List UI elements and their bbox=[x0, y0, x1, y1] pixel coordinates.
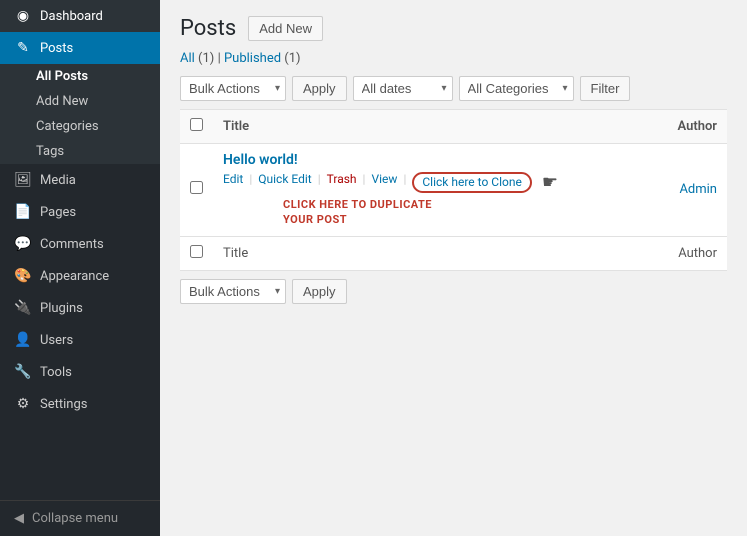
posts-table: Title Author Hello world! Edit | Qui bbox=[180, 109, 727, 271]
row-checkbox-cell bbox=[180, 144, 213, 237]
th-title[interactable]: Title bbox=[213, 110, 647, 144]
row-actions: Edit | Quick Edit | Trash | View | Click… bbox=[223, 172, 637, 193]
toolbar-top: Bulk Actions ▾ Apply All dates ▾ All Cat… bbox=[180, 76, 727, 101]
sidebar-item-label: Users bbox=[40, 333, 73, 348]
posts-submenu: All Posts Add New Categories Tags bbox=[0, 64, 160, 164]
sidebar-item-label: Dashboard bbox=[40, 9, 103, 24]
submenu-add-new[interactable]: Add New bbox=[0, 89, 160, 114]
table-footer-row: Title Author bbox=[180, 236, 727, 270]
main-content: Posts Add New All (1) | Published (1) Bu… bbox=[160, 0, 747, 536]
row-title-cell: Hello world! Edit | Quick Edit | Trash |… bbox=[213, 144, 647, 237]
submenu-tags[interactable]: Tags bbox=[0, 139, 160, 164]
sidebar-item-comments[interactable]: 💬 Comments bbox=[0, 228, 160, 260]
bulk-actions-select-top[interactable]: Bulk Actions bbox=[180, 76, 286, 101]
post-title-link[interactable]: Hello world! bbox=[223, 152, 637, 168]
sidebar-item-plugins[interactable]: 🔌 Plugins bbox=[0, 292, 160, 324]
users-icon: 👤 bbox=[14, 332, 32, 348]
categories-select[interactable]: All Categories bbox=[459, 76, 574, 101]
th-author: Author bbox=[647, 110, 727, 144]
view-link[interactable]: View bbox=[371, 172, 397, 193]
table-row: Hello world! Edit | Quick Edit | Trash |… bbox=[180, 144, 727, 237]
sidebar-item-posts[interactable]: ✎ Posts bbox=[0, 32, 160, 64]
collapse-label: Collapse menu bbox=[32, 511, 118, 526]
posts-icon: ✎ bbox=[14, 40, 32, 56]
apply-button-bottom[interactable]: Apply bbox=[292, 279, 347, 304]
clone-button[interactable]: Click here to Clone bbox=[412, 172, 531, 193]
appearance-icon: 🎨 bbox=[14, 268, 32, 284]
sidebar-item-settings[interactable]: ⚙ Settings bbox=[0, 388, 160, 420]
categories-wrap: All Categories ▾ bbox=[459, 76, 574, 101]
filter-button[interactable]: Filter bbox=[580, 76, 631, 101]
hand-cursor-icon: ☛ bbox=[542, 172, 558, 193]
sidebar: ◉ Dashboard ✎ Posts All Posts Add New Ca… bbox=[0, 0, 160, 536]
sidebar-item-media[interactable]: 🖼 Media bbox=[0, 164, 160, 196]
sidebar-item-label: Plugins bbox=[40, 301, 83, 316]
footer-author-cell: Author bbox=[647, 236, 727, 270]
sidebar-item-label: Appearance bbox=[40, 269, 109, 284]
bulk-actions-select-bottom[interactable]: Bulk Actions bbox=[180, 279, 286, 304]
clone-callout-text: CLICK HERE TO DUPLICATEYOUR POST bbox=[283, 197, 637, 228]
comments-icon: 💬 bbox=[14, 236, 32, 252]
edit-link[interactable]: Edit bbox=[223, 172, 243, 193]
subnav-all-link[interactable]: All (1) bbox=[180, 51, 214, 66]
collapse-menu-button[interactable]: ◀ Collapse menu bbox=[0, 500, 160, 536]
footer-title-cell[interactable]: Title bbox=[213, 236, 647, 270]
select-all-checkbox-bottom[interactable] bbox=[190, 245, 203, 258]
author-link[interactable]: Admin bbox=[679, 182, 717, 197]
subnav-published-link[interactable]: Published (1) bbox=[224, 51, 301, 66]
settings-icon: ⚙ bbox=[14, 396, 32, 412]
page-title: Posts bbox=[180, 16, 236, 41]
row-author-cell: Admin bbox=[647, 144, 727, 237]
sidebar-item-pages[interactable]: 📄 Pages bbox=[0, 196, 160, 228]
subnav: All (1) | Published (1) bbox=[180, 51, 727, 66]
tools-icon: 🔧 bbox=[14, 364, 32, 380]
plugins-icon: 🔌 bbox=[14, 300, 32, 316]
row-checkbox[interactable] bbox=[190, 181, 203, 194]
footer-checkbox-cell bbox=[180, 236, 213, 270]
quick-edit-link[interactable]: Quick Edit bbox=[258, 172, 311, 193]
sidebar-item-label: Pages bbox=[40, 205, 76, 220]
trash-link[interactable]: Trash bbox=[327, 172, 357, 193]
add-new-button[interactable]: Add New bbox=[248, 16, 323, 41]
toolbar-bottom: Bulk Actions ▾ Apply bbox=[180, 279, 727, 304]
submenu-all-posts[interactable]: All Posts bbox=[0, 64, 160, 89]
page-header: Posts Add New bbox=[180, 16, 727, 41]
sidebar-item-dashboard[interactable]: ◉ Dashboard bbox=[0, 0, 160, 32]
apply-button-top[interactable]: Apply bbox=[292, 76, 347, 101]
sidebar-item-label: Media bbox=[40, 173, 76, 188]
sidebar-item-label: Comments bbox=[40, 237, 104, 252]
dates-wrap: All dates ▾ bbox=[353, 76, 453, 101]
bulk-actions-wrap-bottom: Bulk Actions ▾ bbox=[180, 279, 286, 304]
media-icon: 🖼 bbox=[14, 172, 32, 188]
dashboard-icon: ◉ bbox=[14, 8, 32, 24]
sidebar-item-users[interactable]: 👤 Users bbox=[0, 324, 160, 356]
table-header-row: Title Author bbox=[180, 110, 727, 144]
collapse-icon: ◀ bbox=[14, 511, 24, 526]
submenu-categories[interactable]: Categories bbox=[0, 114, 160, 139]
pages-icon: 📄 bbox=[14, 204, 32, 220]
sidebar-item-label: Settings bbox=[40, 397, 87, 412]
sidebar-item-tools[interactable]: 🔧 Tools bbox=[0, 356, 160, 388]
sidebar-item-appearance[interactable]: 🎨 Appearance bbox=[0, 260, 160, 292]
th-checkbox bbox=[180, 110, 213, 144]
select-all-checkbox-top[interactable] bbox=[190, 118, 203, 131]
sidebar-item-label: Tools bbox=[40, 365, 72, 380]
dates-select[interactable]: All dates bbox=[353, 76, 453, 101]
bulk-actions-wrap-top: Bulk Actions ▾ bbox=[180, 76, 286, 101]
sidebar-item-label: Posts bbox=[40, 41, 73, 56]
